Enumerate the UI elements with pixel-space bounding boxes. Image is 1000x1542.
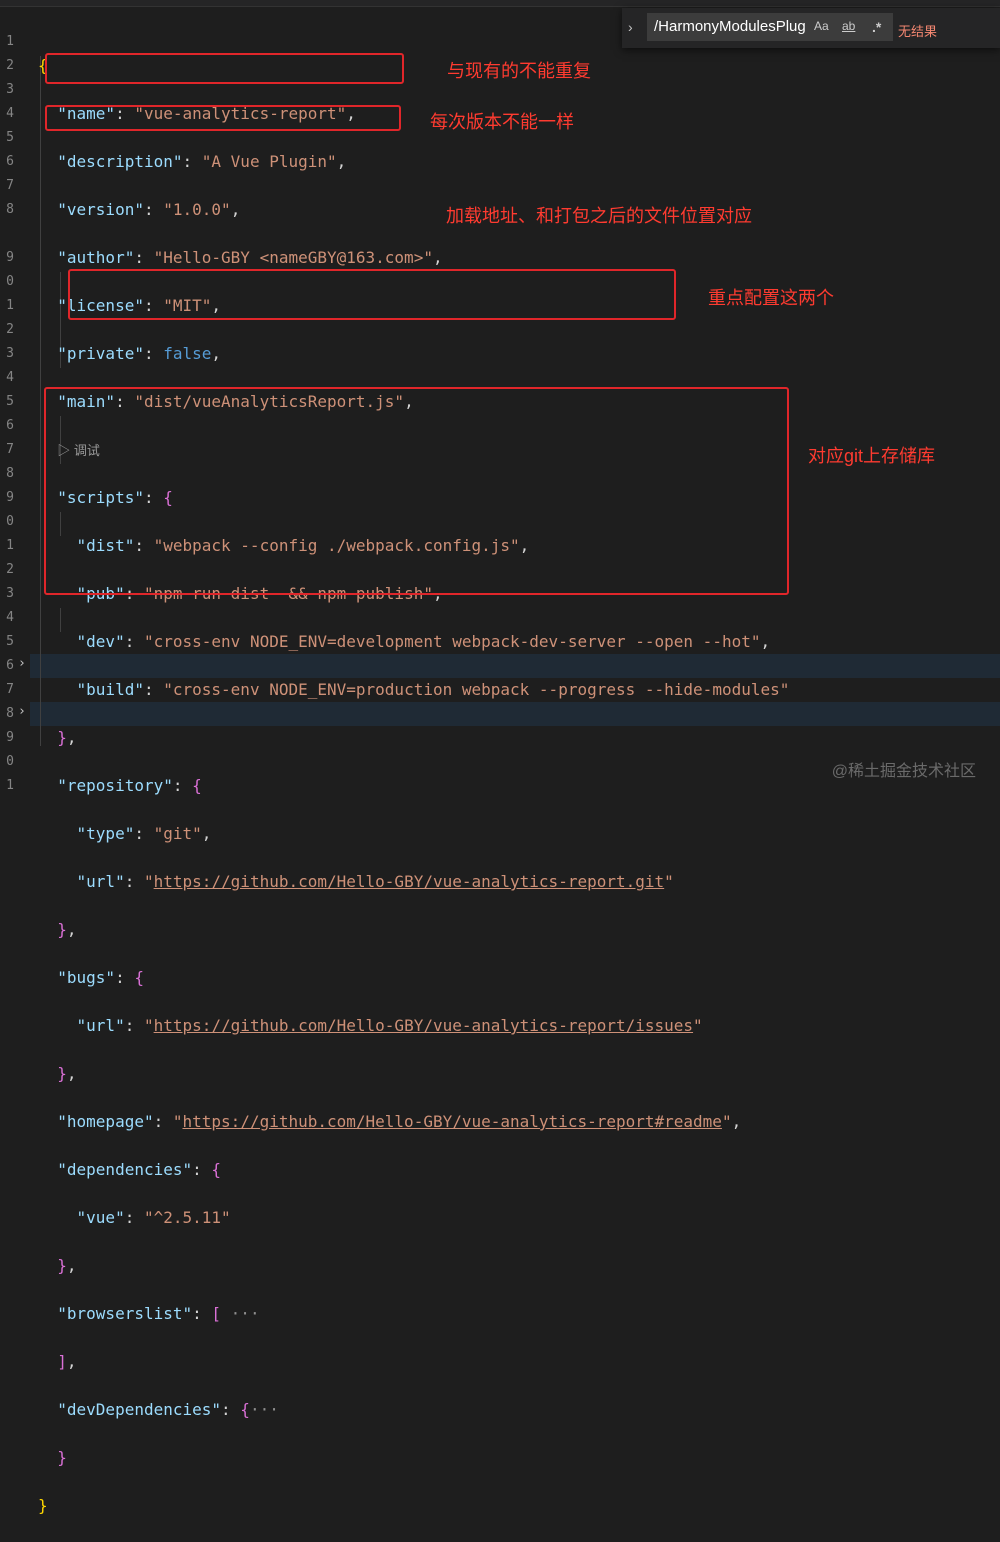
line-number: 9 bbox=[6, 730, 14, 745]
line-number: 5 bbox=[6, 634, 14, 649]
line-number: 0 bbox=[6, 274, 14, 289]
watermark: @稀土掘金技术社区 bbox=[831, 763, 976, 780]
version-value: 1.0.0 bbox=[172, 200, 222, 219]
name-annotation: 与现有的不能重复 bbox=[447, 61, 591, 81]
repository-type-value: git bbox=[163, 824, 193, 843]
line-number: 3 bbox=[6, 586, 14, 601]
line-number bbox=[0, 222, 14, 246]
author-value: Hello-GBY <nameGBY@163.com> bbox=[163, 248, 424, 267]
scripts-annotation: 重点配置这两个 bbox=[708, 288, 834, 308]
editor-breadcrumb-bar bbox=[0, 0, 1000, 7]
regex-toggle[interactable]: .* bbox=[872, 19, 881, 35]
line-number: 3 bbox=[6, 82, 14, 97]
version-highlight-box bbox=[45, 105, 401, 131]
line-number: 6 bbox=[6, 418, 14, 433]
line-number: 9 bbox=[6, 250, 14, 265]
line-number: 1 bbox=[6, 34, 14, 49]
line-number: 3 bbox=[6, 346, 14, 361]
line-number: 9 bbox=[6, 490, 14, 505]
code-editor[interactable]: { "name": "vue-analytics-report", "descr… bbox=[38, 30, 789, 1542]
dependency-vue-value: ^2.5.11 bbox=[153, 1208, 222, 1227]
match-case-toggle[interactable]: Aa bbox=[814, 19, 829, 33]
version-annotation: 每次版本不能一样 bbox=[430, 112, 574, 132]
line-number: 4 bbox=[6, 370, 14, 385]
line-number-gutter: 1 2 3 4 5 6 7 8 9 0 1 2 3 4 5 6 7 8 9 0 1 2 3 4 5 6 7 8 9 0 1 bbox=[0, 30, 14, 798]
line-number: 2 bbox=[6, 562, 14, 577]
chevron-right-icon[interactable]: › bbox=[18, 704, 26, 719]
script-dev-value: cross-env NODE_ENV=development webpack-d… bbox=[153, 632, 751, 651]
folded-ellipsis[interactable]: ··· bbox=[231, 1304, 260, 1323]
main-annotation: 加载地址、和打包之后的文件位置对应 bbox=[446, 206, 752, 226]
line-number: 2 bbox=[6, 322, 14, 337]
line-number: 1 bbox=[6, 778, 14, 793]
name-highlight-box bbox=[45, 53, 404, 84]
line-number: 0 bbox=[6, 754, 14, 769]
line-number: 5 bbox=[6, 394, 14, 409]
line-number: 5 bbox=[6, 130, 14, 145]
line-number: 8 bbox=[6, 706, 14, 721]
bugs-url-link[interactable]: https://github.com/Hello-GBY/vue-analyti… bbox=[154, 1016, 693, 1035]
folded-ellipsis[interactable]: ··· bbox=[250, 1400, 279, 1419]
repository-url-link[interactable]: https://github.com/Hello-GBY/vue-analyti… bbox=[154, 872, 665, 891]
repository-highlight-box bbox=[44, 387, 789, 595]
private-value: false bbox=[163, 344, 212, 363]
script-build-value: cross-env NODE_ENV=production webpack --… bbox=[172, 680, 780, 699]
line-number: 6 bbox=[6, 154, 14, 169]
line-number: 0 bbox=[6, 514, 14, 529]
description-value: A Vue Plugin bbox=[211, 152, 327, 171]
line-number: 1 bbox=[6, 538, 14, 553]
whole-word-toggle[interactable]: ab bbox=[842, 19, 855, 33]
line-number: 8 bbox=[6, 202, 14, 217]
line-number: 6 bbox=[6, 658, 14, 673]
line-number: 7 bbox=[6, 682, 14, 697]
line-number: 4 bbox=[6, 106, 14, 121]
line-number: 7 bbox=[6, 178, 14, 193]
find-result-text: 无结果 bbox=[898, 24, 938, 39]
line-number: 1 bbox=[6, 298, 14, 313]
line-number: 4 bbox=[6, 610, 14, 625]
chevron-right-icon[interactable]: › bbox=[18, 656, 26, 671]
line-number: 2 bbox=[6, 58, 14, 73]
repository-annotation: 对应git上存储库 bbox=[808, 446, 936, 466]
scripts-highlight-box bbox=[68, 269, 676, 320]
line-number: 7 bbox=[6, 442, 14, 457]
line-number: 8 bbox=[6, 466, 14, 481]
homepage-url-link[interactable]: https://github.com/Hello-GBY/vue-analyti… bbox=[183, 1112, 722, 1131]
